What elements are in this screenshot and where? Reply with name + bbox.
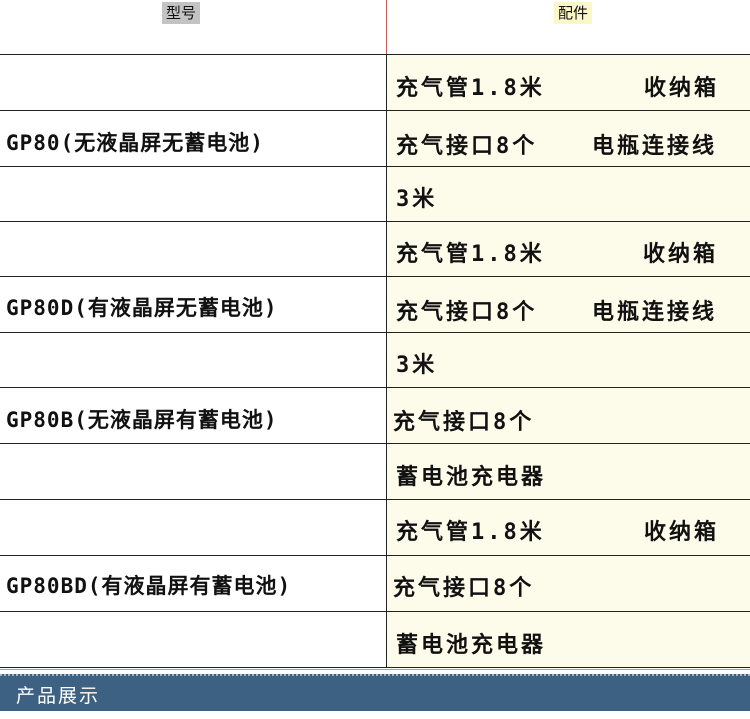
row-divider: [0, 54, 750, 55]
accessory-table: 型号 配件 GP80(无液晶屏无蓄电池) 充气管1.8米 收纳箱 充气接口8个 …: [0, 0, 750, 669]
row-divider: [0, 387, 750, 388]
table-row: [0, 333, 750, 387]
part-item: 3米: [396, 187, 438, 212]
row-divider: [0, 221, 750, 222]
header-parts-label: 配件: [554, 2, 593, 24]
section-banner: 产品展示: [0, 674, 750, 711]
part-item: 充气接口8个: [396, 300, 538, 325]
section-title: 产品展示: [16, 685, 101, 707]
column-divider-header: [386, 0, 387, 54]
model-name: GP80B(无液晶屏有蓄电池): [6, 408, 278, 432]
part-item: 收纳箱: [643, 242, 719, 267]
row-divider: [0, 110, 750, 111]
part-item: 充气管1.8米: [396, 520, 545, 545]
table-row: [0, 222, 750, 276]
row-divider: [0, 276, 750, 277]
row-divider: [0, 555, 750, 556]
row-divider: [0, 443, 750, 444]
table-row: [0, 612, 750, 668]
table-row: [0, 167, 750, 221]
part-item: 蓄电池充电器: [396, 633, 547, 658]
table-row: [0, 500, 750, 555]
part-item: 蓄电池充电器: [396, 465, 547, 490]
part-item: 充气接口8个: [396, 134, 538, 159]
part-item: 充气管1.8米: [396, 242, 545, 267]
part-item: 电瓶连接线: [592, 300, 718, 325]
part-item: 收纳箱: [644, 76, 720, 101]
part-item: 充气接口8个: [393, 576, 535, 601]
model-name: GP80(无液晶屏无蓄电池): [6, 131, 264, 155]
part-item: 收纳箱: [644, 520, 720, 545]
part-item: 3米: [396, 353, 438, 378]
model-name: GP80D(有液晶屏无蓄电池): [6, 296, 278, 320]
model-name: GP80BD(有液晶屏有蓄电池): [6, 574, 292, 598]
header-model-label: 型号: [162, 2, 201, 24]
part-item: 充气管1.8米: [396, 76, 545, 101]
table-row: [0, 55, 750, 110]
row-divider: [0, 667, 750, 668]
table-bottom-rule: [0, 669, 750, 670]
row-divider: [0, 166, 750, 167]
part-item: 充气接口8个: [393, 410, 535, 435]
column-divider: [386, 54, 387, 668]
table-row: [0, 444, 750, 499]
row-divider: [0, 332, 750, 333]
part-item: 电瓶连接线: [592, 134, 718, 159]
row-divider: [0, 499, 750, 500]
row-divider: [0, 611, 750, 612]
